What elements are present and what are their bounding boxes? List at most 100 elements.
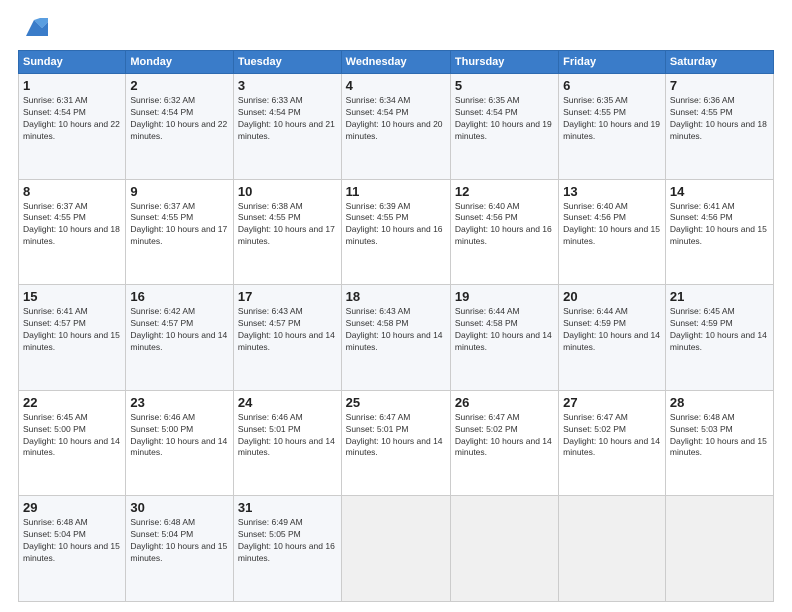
calendar-cell: 29Sunrise: 6:48 AMSunset: 5:04 PMDayligh… (19, 496, 126, 602)
calendar-cell: 3Sunrise: 6:33 AMSunset: 4:54 PMDaylight… (233, 74, 341, 180)
calendar-week-4: 22 Sunrise: 6:45 AMSunset: 5:00 PMDayligh… (19, 390, 774, 496)
day-number: 30 (130, 500, 229, 515)
calendar-header-wednesday: Wednesday (341, 51, 450, 74)
calendar-cell: 11 Sunrise: 6:39 AMSunset: 4:55 PMDayligh… (341, 179, 450, 285)
day-number: 14 (670, 184, 769, 199)
day-info: Sunrise: 6:47 AMSunset: 5:02 PMDaylight:… (455, 412, 552, 458)
day-info: Sunrise: 6:48 AMSunset: 5:04 PMDaylight:… (130, 517, 227, 563)
day-info: Sunrise: 6:48 AMSunset: 5:03 PMDaylight:… (670, 412, 767, 458)
day-info: Sunrise: 6:47 AMSunset: 5:01 PMDaylight:… (346, 412, 443, 458)
day-number: 13 (563, 184, 661, 199)
day-info: Sunrise: 6:46 AMSunset: 5:01 PMDaylight:… (238, 412, 335, 458)
day-number: 3 (238, 78, 337, 93)
day-info: Sunrise: 6:48 AMSunset: 5:04 PMDaylight:… (23, 517, 120, 563)
calendar-cell: 16 Sunrise: 6:42 AMSunset: 4:57 PMDayligh… (126, 285, 234, 391)
day-info: Sunrise: 6:44 AMSunset: 4:58 PMDaylight:… (455, 306, 552, 352)
day-number: 5 (455, 78, 554, 93)
calendar-cell: 6 Sunrise: 6:35 AMSunset: 4:55 PMDaylight… (559, 74, 666, 180)
day-info: Sunrise: 6:40 AMSunset: 4:56 PMDaylight:… (455, 201, 552, 247)
day-number: 25 (346, 395, 446, 410)
calendar-header-row: SundayMondayTuesdayWednesdayThursdayFrid… (19, 51, 774, 74)
logo-icon (20, 14, 48, 42)
day-number: 8 (23, 184, 121, 199)
day-number: 23 (130, 395, 229, 410)
calendar-cell: 12 Sunrise: 6:40 AMSunset: 4:56 PMDayligh… (450, 179, 558, 285)
day-info: Sunrise: 6:35 AMSunset: 4:55 PMDaylight:… (563, 95, 660, 141)
calendar-week-1: 1 Sunrise: 6:31 AMSunset: 4:54 PMDaylight… (19, 74, 774, 180)
calendar-cell (559, 496, 666, 602)
day-number: 16 (130, 289, 229, 304)
day-number: 20 (563, 289, 661, 304)
calendar-cell: 4 Sunrise: 6:34 AMSunset: 4:54 PMDaylight… (341, 74, 450, 180)
calendar-cell: 23 Sunrise: 6:46 AMSunset: 5:00 PMDayligh… (126, 390, 234, 496)
calendar-header-sunday: Sunday (19, 51, 126, 74)
calendar-cell: 13 Sunrise: 6:40 AMSunset: 4:56 PMDayligh… (559, 179, 666, 285)
calendar-cell: 24 Sunrise: 6:46 AMSunset: 5:01 PMDayligh… (233, 390, 341, 496)
day-number: 15 (23, 289, 121, 304)
day-number: 26 (455, 395, 554, 410)
calendar-cell: 19 Sunrise: 6:44 AMSunset: 4:58 PMDayligh… (450, 285, 558, 391)
day-info: Sunrise: 6:34 AMSunset: 4:54 PMDaylight:… (346, 95, 443, 141)
calendar-cell (450, 496, 558, 602)
calendar-cell: 28 Sunrise: 6:48 AMSunset: 5:03 PMDayligh… (665, 390, 773, 496)
calendar-cell: 10 Sunrise: 6:38 AMSunset: 4:55 PMDayligh… (233, 179, 341, 285)
calendar-header-saturday: Saturday (665, 51, 773, 74)
day-info: Sunrise: 6:43 AMSunset: 4:57 PMDaylight:… (238, 306, 335, 352)
calendar-cell: 30 Sunrise: 6:48 AMSunset: 5:04 PMDayligh… (126, 496, 234, 602)
calendar-cell: 8 Sunrise: 6:37 AMSunset: 4:55 PMDaylight… (19, 179, 126, 285)
day-number: 10 (238, 184, 337, 199)
calendar-cell: 7 Sunrise: 6:36 AMSunset: 4:55 PMDaylight… (665, 74, 773, 180)
day-info: Sunrise: 6:32 AMSunset: 4:54 PMDaylight:… (130, 95, 227, 141)
day-number: 12 (455, 184, 554, 199)
calendar-week-2: 8 Sunrise: 6:37 AMSunset: 4:55 PMDaylight… (19, 179, 774, 285)
day-info: Sunrise: 6:38 AMSunset: 4:55 PMDaylight:… (238, 201, 335, 247)
day-info: Sunrise: 6:35 AMSunset: 4:54 PMDaylight:… (455, 95, 552, 141)
day-number: 27 (563, 395, 661, 410)
calendar-cell: 5 Sunrise: 6:35 AMSunset: 4:54 PMDaylight… (450, 74, 558, 180)
day-info: Sunrise: 6:49 AMSunset: 5:05 PMDaylight:… (238, 517, 335, 563)
calendar-cell: 2 Sunrise: 6:32 AMSunset: 4:54 PMDaylight… (126, 74, 234, 180)
day-number: 24 (238, 395, 337, 410)
day-info: Sunrise: 6:42 AMSunset: 4:57 PMDaylight:… (130, 306, 227, 352)
header (18, 18, 774, 42)
day-number: 28 (670, 395, 769, 410)
calendar-cell: 14 Sunrise: 6:41 AMSunset: 4:56 PMDayligh… (665, 179, 773, 285)
day-number: 31 (238, 500, 337, 515)
day-info: Sunrise: 6:36 AMSunset: 4:55 PMDaylight:… (670, 95, 767, 141)
calendar-header-monday: Monday (126, 51, 234, 74)
calendar-cell: 9 Sunrise: 6:37 AMSunset: 4:55 PMDaylight… (126, 179, 234, 285)
day-info: Sunrise: 6:47 AMSunset: 5:02 PMDaylight:… (563, 412, 660, 458)
calendar-cell: 21 Sunrise: 6:45 AMSunset: 4:59 PMDayligh… (665, 285, 773, 391)
day-info: Sunrise: 6:45 AMSunset: 5:00 PMDaylight:… (23, 412, 120, 458)
calendar-cell (665, 496, 773, 602)
day-info: Sunrise: 6:39 AMSunset: 4:55 PMDaylight:… (346, 201, 443, 247)
day-info: Sunrise: 6:41 AMSunset: 4:57 PMDaylight:… (23, 306, 120, 352)
day-number: 2 (130, 78, 229, 93)
calendar-cell: 25 Sunrise: 6:47 AMSunset: 5:01 PMDayligh… (341, 390, 450, 496)
day-info: Sunrise: 6:31 AMSunset: 4:54 PMDaylight:… (23, 95, 120, 141)
day-number: 18 (346, 289, 446, 304)
page: SundayMondayTuesdayWednesdayThursdayFrid… (0, 0, 792, 612)
logo (18, 18, 48, 42)
calendar-cell: 17 Sunrise: 6:43 AMSunset: 4:57 PMDayligh… (233, 285, 341, 391)
day-number: 17 (238, 289, 337, 304)
day-number: 7 (670, 78, 769, 93)
day-info: Sunrise: 6:41 AMSunset: 4:56 PMDaylight:… (670, 201, 767, 247)
day-number: 1 (23, 78, 121, 93)
day-info: Sunrise: 6:46 AMSunset: 5:00 PMDaylight:… (130, 412, 227, 458)
day-info: Sunrise: 6:45 AMSunset: 4:59 PMDaylight:… (670, 306, 767, 352)
day-number: 9 (130, 184, 229, 199)
day-number: 11 (346, 184, 446, 199)
day-number: 22 (23, 395, 121, 410)
day-info: Sunrise: 6:40 AMSunset: 4:56 PMDaylight:… (563, 201, 660, 247)
calendar-cell (341, 496, 450, 602)
day-number: 6 (563, 78, 661, 93)
day-number: 4 (346, 78, 446, 93)
day-number: 21 (670, 289, 769, 304)
calendar-cell: 26 Sunrise: 6:47 AMSunset: 5:02 PMDayligh… (450, 390, 558, 496)
calendar-header-tuesday: Tuesday (233, 51, 341, 74)
day-number: 19 (455, 289, 554, 304)
day-info: Sunrise: 6:37 AMSunset: 4:55 PMDaylight:… (130, 201, 227, 247)
day-info: Sunrise: 6:37 AMSunset: 4:55 PMDaylight:… (23, 201, 120, 247)
calendar-cell: 27 Sunrise: 6:47 AMSunset: 5:02 PMDayligh… (559, 390, 666, 496)
